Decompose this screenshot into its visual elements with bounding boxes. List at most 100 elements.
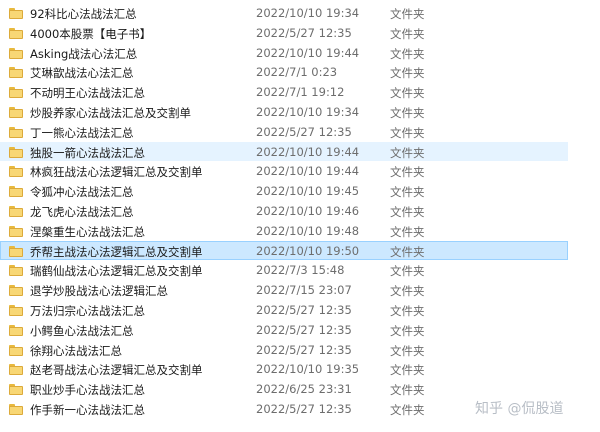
list-item[interactable]: 不动明王心法战法汇总 2022/7/1 19:12 文件夹 — [0, 82, 568, 102]
list-item[interactable]: 令狐冲心法战法汇总 2022/10/10 19:45 文件夹 — [0, 181, 568, 201]
list-item[interactable]: 退学炒股战法心法逻辑汇总 2022/7/15 23:07 文件夹 — [0, 280, 568, 300]
file-name: 独股一箭心法战法汇总 — [30, 145, 145, 160]
file-type: 文件夹 — [390, 185, 425, 200]
file-name: 丁一熊心法战法汇总 — [30, 125, 134, 140]
folder-icon — [9, 304, 23, 316]
file-name: 职业炒手心法战法汇总 — [30, 383, 145, 398]
folder-icon — [9, 8, 23, 19]
date-modified: 2022/5/27 12:35 — [256, 124, 352, 139]
file-name: 乔帮主战法心法逻辑汇总及交割单 — [30, 244, 203, 259]
list-item[interactable]: 92科比心法战法汇总 2022/10/10 19:34 文件夹 — [0, 3, 568, 23]
folder-icon — [9, 265, 23, 277]
file-type: 文件夹 — [390, 165, 425, 180]
file-name: 瑞鹤仙战法心法逻辑汇总及交割单 — [30, 264, 203, 279]
file-name: 赵老哥战法心法逻辑汇总及交割单 — [30, 363, 203, 378]
date-modified: 2022/7/1 19:12 — [256, 85, 345, 100]
list-item[interactable]: 炒股养家心法战法汇总及交割单 2022/10/10 19:34 文件夹 — [0, 102, 568, 122]
date-modified: 2022/10/10 19:44 — [256, 144, 360, 159]
folder-icon — [9, 47, 23, 59]
date-modified: 2022/6/25 23:31 — [256, 382, 352, 397]
file-type: 文件夹 — [390, 66, 425, 81]
folder-icon — [9, 67, 23, 79]
watermark: 知乎 @侃股道 — [475, 401, 564, 417]
file-type: 文件夹 — [390, 26, 425, 41]
date-modified: 2022/10/10 19:44 — [256, 164, 360, 179]
file-name: 令狐冲心法战法汇总 — [30, 185, 134, 200]
folder-icon — [9, 106, 23, 118]
file-type: 文件夹 — [390, 145, 425, 160]
list-item[interactable]: 丁一熊心法战法汇总 2022/5/27 12:35 文件夹 — [0, 122, 568, 142]
folder-icon — [9, 384, 23, 396]
file-name: 艾琳歆战法心法汇总 — [30, 66, 134, 81]
file-type: 文件夹 — [390, 323, 425, 338]
date-modified: 2022/10/10 19:46 — [256, 203, 360, 218]
date-modified: 2022/5/27 12:35 — [256, 322, 352, 337]
folder-icon — [9, 126, 23, 138]
folder-icon — [9, 205, 23, 217]
date-modified: 2022/10/10 19:44 — [256, 45, 360, 60]
date-modified: 2022/5/27 12:35 — [256, 342, 352, 357]
list-item[interactable]: 艾琳歆战法心法汇总 2022/7/1 0:23 文件夹 — [0, 62, 568, 82]
file-name: 万法归宗心法战法汇总 — [30, 303, 145, 318]
file-type: 文件夹 — [390, 224, 425, 239]
file-name: 涅槃重生心法战法汇总 — [30, 224, 145, 239]
file-type: 文件夹 — [390, 7, 425, 21]
list-item[interactable]: 林疯狂战法心法逻辑汇总及交割单 2022/10/10 19:44 文件夹 — [0, 161, 568, 181]
folder-icon — [9, 324, 23, 336]
list-item[interactable]: 万法归宗心法战法汇总 2022/5/27 12:35 文件夹 — [0, 300, 568, 320]
list-item[interactable]: 龙飞虎心法战法汇总 2022/10/10 19:46 文件夹 — [0, 201, 568, 221]
folder-icon — [9, 245, 23, 257]
file-type: 文件夹 — [390, 86, 425, 101]
date-modified: 2022/5/27 12:35 — [256, 25, 352, 40]
date-modified: 2022/7/3 15:48 — [256, 263, 345, 278]
folder-icon — [9, 225, 23, 237]
list-item[interactable]: Asking战法心法汇总 2022/10/10 19:44 文件夹 — [0, 43, 568, 63]
file-type: 文件夹 — [390, 264, 425, 279]
file-name: 退学炒股战法心法逻辑汇总 — [30, 284, 168, 299]
date-modified: 2022/5/27 12:35 — [256, 302, 352, 317]
folder-icon — [9, 344, 23, 356]
list-item[interactable]: 瑞鹤仙战法心法逻辑汇总及交割单 2022/7/3 15:48 文件夹 — [0, 260, 568, 280]
file-type: 文件夹 — [390, 343, 425, 358]
list-item[interactable]: 涅槃重生心法战法汇总 2022/10/10 19:48 文件夹 — [0, 221, 568, 241]
date-modified: 2022/7/15 23:07 — [256, 283, 352, 298]
file-type: 文件夹 — [390, 402, 425, 417]
date-modified: 2022/10/10 19:50 — [256, 243, 360, 258]
file-name: 不动明王心法战法汇总 — [30, 86, 145, 101]
list-item[interactable]: 乔帮主战法心法逻辑汇总及交割单 2022/10/10 19:50 文件夹 — [0, 240, 568, 261]
folder-icon — [9, 166, 23, 178]
file-name: 龙飞虎心法战法汇总 — [30, 204, 134, 219]
folder-icon — [9, 285, 23, 297]
list-item[interactable]: 职业炒手心法战法汇总 2022/6/25 23:31 文件夹 — [0, 379, 568, 399]
list-item[interactable]: 小鳄鱼心法战法汇总 2022/5/27 12:35 文件夹 — [0, 320, 568, 340]
list-item[interactable]: 4000本股票【电子书】 2022/5/27 12:35 文件夹 — [0, 23, 568, 43]
list-item[interactable]: 徐翔心法战法汇总 2022/5/27 12:35 文件夹 — [0, 340, 568, 360]
date-modified: 2022/10/10 19:45 — [256, 184, 360, 199]
folder-icon — [9, 364, 23, 376]
folder-icon — [9, 146, 23, 158]
date-modified: 2022/10/10 19:48 — [256, 223, 360, 238]
file-type: 文件夹 — [390, 244, 425, 259]
folder-icon — [9, 87, 23, 99]
date-modified: 2022/7/1 0:23 — [256, 65, 338, 80]
file-name: 林疯狂战法心法逻辑汇总及交割单 — [30, 165, 203, 180]
file-name: 92科比心法战法汇总 — [30, 7, 137, 21]
list-item[interactable]: 独股一箭心法战法汇总 2022/10/10 19:44 文件夹 — [0, 141, 568, 162]
date-modified: 2022/10/10 19:34 — [256, 104, 360, 119]
file-list: 92科比心法战法汇总 2022/10/10 19:34 文件夹 4000本股票【电子书… — [0, 3, 600, 419]
date-modified: 2022/10/10 19:34 — [256, 6, 360, 20]
file-type: 文件夹 — [390, 204, 425, 219]
file-name: 4000本股票【电子书】 — [30, 26, 152, 41]
file-type: 文件夹 — [390, 303, 425, 318]
folder-icon — [9, 403, 23, 415]
date-modified: 2022/5/27 12:35 — [256, 401, 352, 416]
folder-icon — [9, 27, 23, 39]
file-type: 文件夹 — [390, 383, 425, 398]
file-type: 文件夹 — [390, 125, 425, 140]
date-modified: 2022/10/10 19:35 — [256, 362, 360, 377]
file-name: 炒股养家心法战法汇总及交割单 — [30, 105, 191, 120]
folder-icon — [9, 186, 23, 198]
list-item[interactable]: 赵老哥战法心法逻辑汇总及交割单 2022/10/10 19:35 文件夹 — [0, 359, 568, 379]
file-name: 徐翔心法战法汇总 — [30, 343, 122, 358]
file-name: 作手新一心法战法汇总 — [30, 402, 145, 417]
